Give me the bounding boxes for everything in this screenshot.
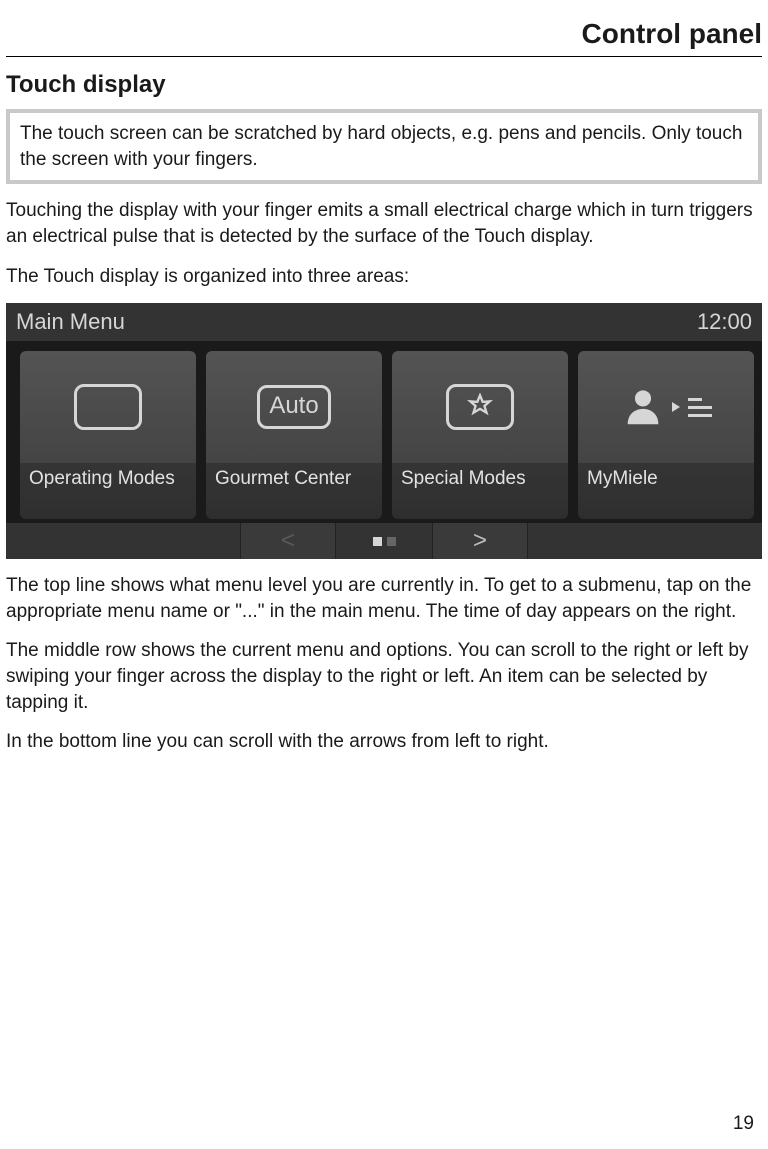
section-title: Touch display [6,71,762,99]
menu-breadcrumb[interactable]: Main Menu [16,309,125,335]
tile-mymiele[interactable]: MyMiele [578,351,754,519]
warning-note: The touch screen can be scratched by har… [6,109,762,184]
paragraph: The Touch display is organized into thre… [6,264,762,290]
clock: 12:00 [697,309,752,335]
divider [6,56,762,57]
tile-gourmet-center[interactable]: Auto Gourmet Center [206,351,382,519]
tile-label: Gourmet Center [215,468,351,490]
paragraph: The middle row shows the current menu an… [6,638,762,715]
paragraph: The top line shows what menu level you a… [6,573,762,624]
tile-label: Special Modes [401,468,526,490]
tile-label: Operating Modes [29,468,175,490]
tile-operating-modes[interactable]: Operating Modes [20,351,196,519]
page-indicator [336,523,432,559]
tile-special-modes[interactable]: Special Modes [392,351,568,519]
operating-modes-icon [20,351,196,463]
page-dot-active [373,537,382,546]
touch-display: Main Menu 12:00 Operating Modes Auto Gou… [6,303,762,559]
page-title: Control panel [6,18,762,50]
mymiele-icon [578,351,754,463]
page-number: 19 [733,1113,754,1135]
tile-row[interactable]: Operating Modes Auto Gourmet Center Spec… [6,341,762,523]
page-dot [387,537,396,546]
paragraph: In the bottom line you can scroll with t… [6,729,762,755]
tile-label: MyMiele [587,468,658,490]
display-footer: < > [6,523,762,559]
special-modes-icon [392,351,568,463]
scroll-right-button[interactable]: > [432,523,528,559]
display-header: Main Menu 12:00 [6,303,762,341]
scroll-left-button[interactable]: < [240,523,336,559]
paragraph: Touching the display with your finger em… [6,198,762,249]
auto-icon: Auto [206,351,382,463]
